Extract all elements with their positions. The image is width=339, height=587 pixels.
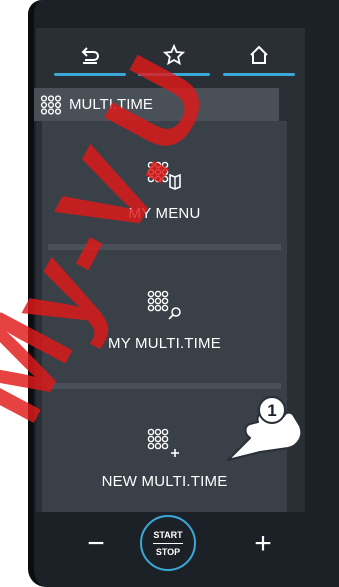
home-underline bbox=[223, 73, 295, 76]
touch-screen: MULTI.TIME MY MENU MY MULTI.TIME NEW MUL… bbox=[34, 28, 305, 512]
start-stop-button[interactable]: START STOP bbox=[140, 515, 196, 571]
page-header: MULTI.TIME bbox=[34, 88, 279, 121]
multi-time-book-icon bbox=[147, 161, 181, 190]
bottom-controls: − START STOP + bbox=[28, 512, 339, 587]
stop-label: STOP bbox=[155, 546, 181, 557]
start-label: START bbox=[153, 529, 183, 540]
separator bbox=[48, 244, 281, 250]
favorites-underline bbox=[138, 73, 210, 76]
home-button[interactable] bbox=[223, 32, 295, 76]
menu-item-new-multi-time[interactable]: NEW MULTI.TIME bbox=[42, 389, 287, 509]
menu-panel: MY MENU MY MULTI.TIME NEW MULTI.TIME bbox=[42, 121, 287, 512]
back-button[interactable] bbox=[54, 32, 126, 76]
home-icon bbox=[250, 45, 268, 64]
menu-item-label: MY MENU bbox=[128, 205, 201, 222]
start-stop-divider bbox=[153, 542, 183, 544]
page-title: MULTI.TIME bbox=[69, 96, 153, 113]
menu-item-my-multi-time[interactable]: MY MULTI.TIME bbox=[42, 251, 287, 371]
minus-button[interactable]: − bbox=[76, 524, 116, 564]
return-arrow-icon bbox=[81, 47, 99, 64]
top-navigation bbox=[36, 28, 305, 78]
plus-button[interactable]: + bbox=[243, 524, 283, 564]
back-underline bbox=[54, 73, 126, 76]
favorites-button[interactable] bbox=[138, 32, 210, 76]
menu-item-label: MY MULTI.TIME bbox=[108, 335, 221, 352]
multi-time-grid-icon bbox=[40, 94, 62, 115]
menu-item-label: NEW MULTI.TIME bbox=[101, 473, 228, 490]
star-icon bbox=[163, 44, 185, 66]
multi-time-search-icon bbox=[147, 290, 181, 320]
menu-item-my-menu[interactable]: MY MENU bbox=[42, 121, 287, 241]
multi-time-add-icon bbox=[147, 428, 179, 457]
